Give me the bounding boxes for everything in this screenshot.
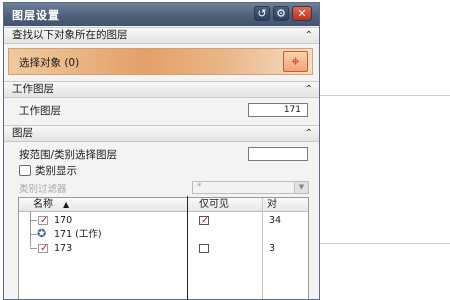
- column-header-name[interactable]: 名称: [33, 198, 53, 211]
- visible-only-checkbox[interactable]: [199, 213, 209, 228]
- divider: [320, 243, 450, 244]
- select-object-label: 选择对象 (0): [19, 57, 80, 69]
- table-row[interactable]: 170 34: [19, 213, 308, 228]
- chevron-up-icon[interactable]: ⌃: [305, 126, 313, 141]
- layer-visible-checkbox[interactable]: [38, 213, 48, 228]
- work-layer-label: 工作图层: [19, 105, 61, 117]
- category-filter-label: 类别过滤器: [19, 184, 67, 195]
- table-row[interactable]: 173 3: [19, 241, 308, 256]
- chevron-up-icon[interactable]: ⌃: [305, 82, 313, 97]
- visible-only-checkbox[interactable]: [199, 244, 209, 253]
- tree-connector: [30, 220, 37, 221]
- layer-name: 173: [54, 243, 73, 254]
- section-layers-title: 图层: [12, 127, 33, 139]
- layer-range-input[interactable]: [248, 147, 308, 161]
- section-work-layer[interactable]: 工作图层 ⌃: [4, 81, 319, 98]
- work-layer-input[interactable]: 171: [248, 103, 308, 117]
- layer-visible-checkbox[interactable]: [38, 241, 48, 256]
- chevron-up-icon[interactable]: ⌃: [305, 28, 313, 43]
- dialog-title: 图层设置: [12, 9, 60, 22]
- chevron-down-icon[interactable]: ▼: [294, 182, 308, 193]
- layer-settings-dialog: 图层设置 ↺ ⚙ ✕ 查找以下对象所在的图层 ⌃ 选择对象 (0) ⌖ 工作图层…: [3, 2, 320, 300]
- layer-range-label: 按范围/类别选择图层: [19, 149, 118, 161]
- work-layer-icon: ✪: [37, 227, 47, 240]
- sort-ascending-icon[interactable]: ▲: [63, 198, 69, 211]
- category-filter-value: *: [197, 182, 202, 192]
- column-divider-line: [187, 196, 188, 300]
- crosshair-icon[interactable]: ⌖: [283, 51, 308, 72]
- category-display-label: 类别显示: [35, 165, 77, 177]
- section-find-objects[interactable]: 查找以下对象所在的图层 ⌃: [4, 27, 319, 44]
- layer-name: 170: [54, 215, 73, 226]
- category-display-checkbox[interactable]: [19, 165, 31, 176]
- layer-table[interactable]: 名称 ▲ 仅可见 对 170 34 ✪ 171 (工作) 173: [18, 197, 309, 299]
- divider: [320, 95, 450, 96]
- column-header-visible-only[interactable]: 仅可见: [199, 198, 229, 211]
- tree-connector: [30, 234, 37, 235]
- section-work-layer-title: 工作图层: [12, 83, 54, 95]
- select-object-row[interactable]: 选择对象 (0) ⌖: [8, 48, 313, 75]
- close-icon[interactable]: ✕: [292, 6, 312, 21]
- section-find-title: 查找以下对象所在的图层: [12, 29, 128, 41]
- column-header-object-count[interactable]: 对: [267, 198, 277, 211]
- table-row[interactable]: ✪ 171 (工作): [19, 227, 308, 242]
- category-filter-select[interactable]: * ▼: [192, 181, 309, 194]
- table-header: 名称 ▲ 仅可见 对: [19, 198, 308, 212]
- object-count: 3: [269, 243, 276, 254]
- object-count: 34: [269, 215, 282, 226]
- gear-icon[interactable]: ⚙: [273, 6, 289, 21]
- section-layers[interactable]: 图层 ⌃: [4, 125, 319, 142]
- reset-icon[interactable]: ↺: [254, 6, 270, 21]
- tree-connector: [30, 248, 37, 249]
- layer-name: 171 (工作): [54, 229, 102, 240]
- title-bar[interactable]: 图层设置 ↺ ⚙ ✕: [4, 3, 319, 26]
